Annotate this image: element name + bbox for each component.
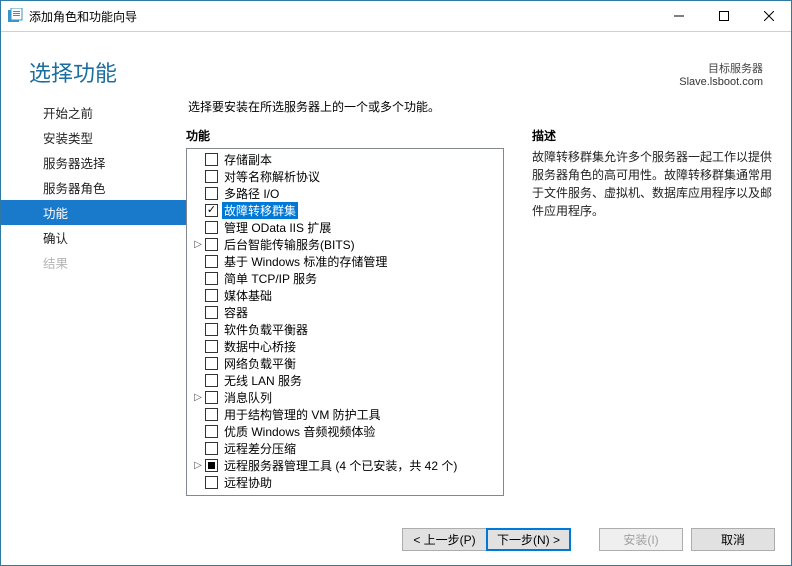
feature-row[interactable]: ▷ 消息队列 xyxy=(187,389,503,406)
feature-row[interactable]: 无线 LAN 服务 xyxy=(187,372,503,389)
nav-item[interactable]: 开始之前 xyxy=(1,100,186,125)
nav-item[interactable]: 服务器角色 xyxy=(1,175,186,200)
destination-value: Slave.lsboot.com xyxy=(679,76,763,88)
instruction-text: 选择要安装在所选服务器上的一个或多个功能。 xyxy=(188,98,773,115)
next-button[interactable]: 下一步(N) > xyxy=(486,528,571,551)
body: 开始之前安装类型服务器选择服务器角色功能确认结果 选择要安装在所选服务器上的一个… xyxy=(1,98,791,513)
description-body: 故障转移群集允许多个服务器一起工作以提供服务器角色的高可用性。故障转移群集通常用… xyxy=(532,148,773,220)
feature-row[interactable]: 管理 OData IIS 扩展 xyxy=(187,219,503,236)
feature-checkbox[interactable] xyxy=(205,255,218,268)
feature-label: 后台智能传输服务(BITS) xyxy=(222,236,357,253)
feature-label: 简单 TCP/IP 服务 xyxy=(222,270,319,287)
feature-row[interactable]: 简单 TCP/IP 服务 xyxy=(187,270,503,287)
feature-row[interactable]: 软件负载平衡器 xyxy=(187,321,503,338)
feature-checkbox[interactable] xyxy=(205,357,218,370)
feature-row[interactable]: 故障转移群集 xyxy=(187,202,503,219)
feature-checkbox[interactable] xyxy=(205,153,218,166)
features-column: 功能 存储副本对等名称解析协议多路径 I/O故障转移群集管理 OData IIS… xyxy=(186,127,504,513)
feature-checkbox[interactable] xyxy=(205,476,218,489)
columns: 功能 存储副本对等名称解析协议多路径 I/O故障转移群集管理 OData IIS… xyxy=(186,127,773,513)
feature-label: 容器 xyxy=(222,304,250,321)
expander-icon[interactable]: ▷ xyxy=(191,392,205,403)
feature-label: 管理 OData IIS 扩展 xyxy=(222,219,333,236)
feature-row[interactable]: 数据中心桥接 xyxy=(187,338,503,355)
feature-row[interactable]: 容器 xyxy=(187,304,503,321)
cancel-button[interactable]: 取消 xyxy=(691,528,775,551)
feature-row[interactable]: 优质 Windows 音频视频体验 xyxy=(187,423,503,440)
feature-label: 故障转移群集 xyxy=(222,202,298,219)
install-button[interactable]: 安装(I) xyxy=(599,528,683,551)
feature-checkbox[interactable] xyxy=(205,306,218,319)
feature-label: 媒体基础 xyxy=(222,287,274,304)
feature-checkbox[interactable] xyxy=(205,425,218,438)
feature-checkbox[interactable] xyxy=(205,459,218,472)
feature-label: 存储副本 xyxy=(222,151,274,168)
minimize-button[interactable] xyxy=(656,1,701,31)
destination-label: 目标服务器 xyxy=(679,60,763,76)
feature-checkbox[interactable] xyxy=(205,187,218,200)
nav-item[interactable]: 服务器选择 xyxy=(1,150,186,175)
feature-label: 无线 LAN 服务 xyxy=(222,372,304,389)
feature-label: 远程差分压缩 xyxy=(222,440,298,457)
feature-label: 数据中心桥接 xyxy=(222,338,298,355)
feature-checkbox[interactable] xyxy=(205,170,218,183)
description-column: 描述 故障转移群集允许多个服务器一起工作以提供服务器角色的高可用性。故障转移群集… xyxy=(532,127,773,513)
titlebar: 添加角色和功能向导 xyxy=(1,1,791,32)
feature-checkbox[interactable] xyxy=(205,408,218,421)
feature-row[interactable]: 远程差分压缩 xyxy=(187,440,503,457)
nav-item[interactable]: 功能 xyxy=(1,200,186,225)
feature-row[interactable]: ▷ 远程服务器管理工具 (4 个已安装，共 42 个) xyxy=(187,457,503,474)
page-title: 选择功能 xyxy=(29,56,679,88)
feature-label: 消息队列 xyxy=(222,389,274,406)
feature-checkbox[interactable] xyxy=(205,391,218,404)
previous-button[interactable]: < 上一步(P) xyxy=(402,528,486,551)
features-tree[interactable]: 存储副本对等名称解析协议多路径 I/O故障转移群集管理 OData IIS 扩展… xyxy=(186,148,504,496)
feature-row[interactable]: 对等名称解析协议 xyxy=(187,168,503,185)
feature-row[interactable]: 用于结构管理的 VM 防护工具 xyxy=(187,406,503,423)
nav-item: 结果 xyxy=(1,250,186,275)
feature-checkbox[interactable] xyxy=(205,204,218,217)
wizard-window: 添加角色和功能向导 选择功能 目标服务器 Slave.lsboot.com 开始… xyxy=(0,0,792,566)
feature-checkbox[interactable] xyxy=(205,289,218,302)
feature-row[interactable]: 存储副本 xyxy=(187,151,503,168)
feature-checkbox[interactable] xyxy=(205,323,218,336)
feature-label: 远程服务器管理工具 (4 个已安装，共 42 个) xyxy=(222,457,459,474)
wizard-nav: 开始之前安装类型服务器选择服务器角色功能确认结果 xyxy=(1,98,186,513)
feature-checkbox[interactable] xyxy=(205,238,218,251)
feature-label: 软件负载平衡器 xyxy=(222,321,310,338)
feature-label: 用于结构管理的 VM 防护工具 xyxy=(222,406,383,423)
feature-checkbox[interactable] xyxy=(205,272,218,285)
feature-checkbox[interactable] xyxy=(205,340,218,353)
feature-row[interactable]: ▷ 后台智能传输服务(BITS) xyxy=(187,236,503,253)
feature-row[interactable]: 远程协助 xyxy=(187,474,503,491)
feature-checkbox[interactable] xyxy=(205,221,218,234)
destination-info: 目标服务器 Slave.lsboot.com xyxy=(679,60,763,88)
feature-label: 远程协助 xyxy=(222,474,274,491)
feature-checkbox[interactable] xyxy=(205,374,218,387)
feature-row[interactable]: 网络负载平衡 xyxy=(187,355,503,372)
header: 选择功能 目标服务器 Slave.lsboot.com xyxy=(1,32,791,98)
window-title: 添加角色和功能向导 xyxy=(29,8,656,25)
feature-row[interactable]: 基于 Windows 标准的存储管理 xyxy=(187,253,503,270)
main-panel: 选择要安装在所选服务器上的一个或多个功能。 功能 存储副本对等名称解析协议多路径… xyxy=(186,98,773,513)
feature-label: 多路径 I/O xyxy=(222,185,281,202)
feature-row[interactable]: 多路径 I/O xyxy=(187,185,503,202)
features-header: 功能 xyxy=(186,127,504,144)
description-header: 描述 xyxy=(532,127,773,144)
footer: < 上一步(P) 下一步(N) > 安装(I) 取消 xyxy=(1,513,791,565)
close-button[interactable] xyxy=(746,1,791,31)
nav-item[interactable]: 确认 xyxy=(1,225,186,250)
nav-item[interactable]: 安装类型 xyxy=(1,125,186,150)
feature-label: 基于 Windows 标准的存储管理 xyxy=(222,253,389,270)
app-icon xyxy=(7,8,23,24)
expander-icon[interactable]: ▷ xyxy=(191,239,205,250)
nav-button-group: < 上一步(P) 下一步(N) > xyxy=(402,528,571,551)
expander-icon[interactable]: ▷ xyxy=(191,460,205,471)
feature-label: 对等名称解析协议 xyxy=(222,168,322,185)
feature-checkbox[interactable] xyxy=(205,442,218,455)
feature-label: 网络负载平衡 xyxy=(222,355,298,372)
maximize-button[interactable] xyxy=(701,1,746,31)
feature-label: 优质 Windows 音频视频体验 xyxy=(222,423,377,440)
feature-row[interactable]: 媒体基础 xyxy=(187,287,503,304)
